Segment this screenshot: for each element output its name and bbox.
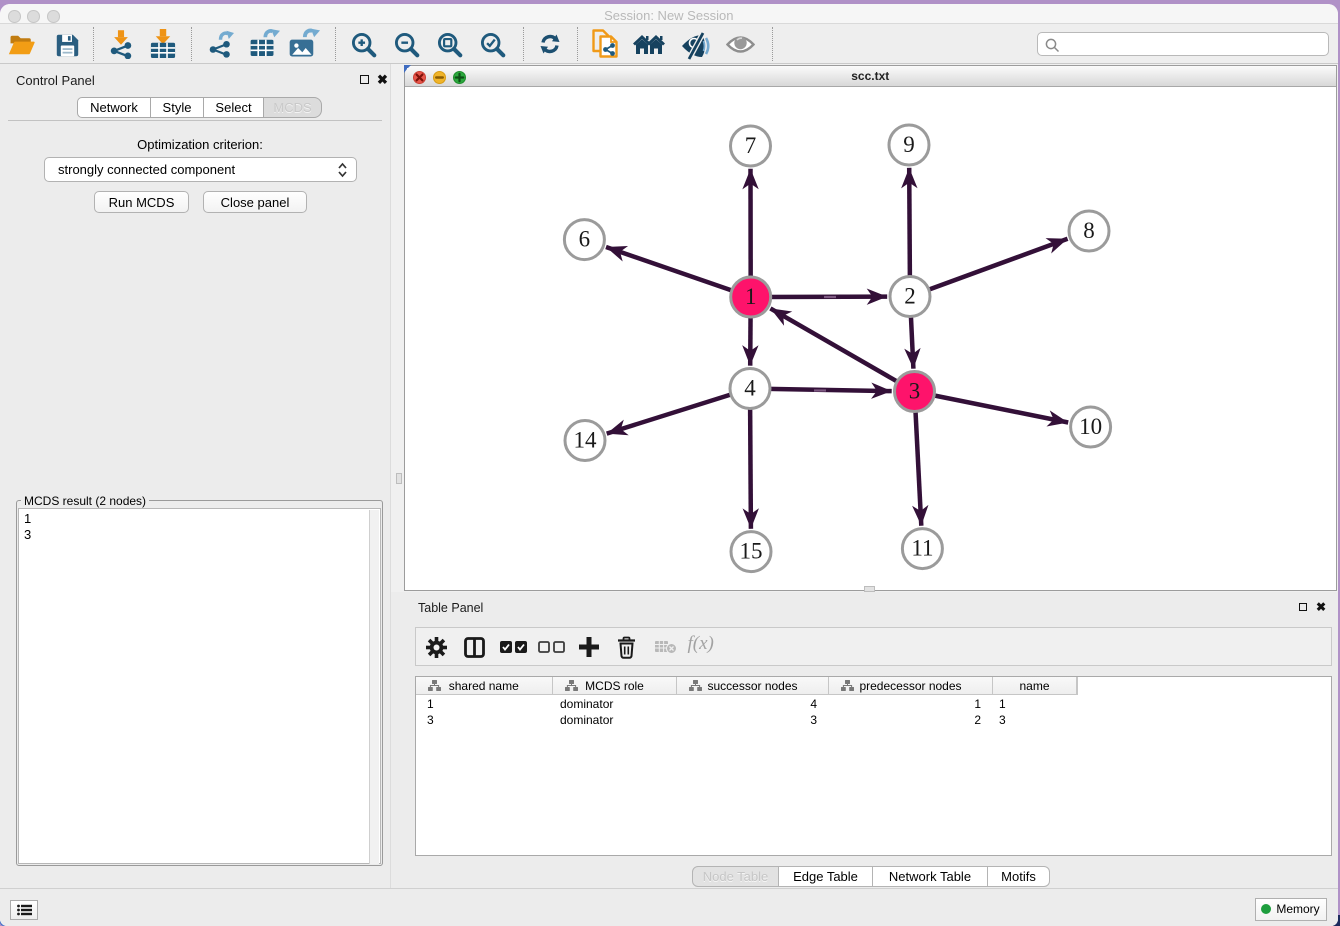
svg-text:15: 15 bbox=[740, 539, 763, 564]
svg-text:7: 7 bbox=[745, 133, 757, 158]
svg-text:2: 2 bbox=[904, 284, 916, 309]
svg-text:14: 14 bbox=[574, 428, 598, 453]
svg-text:10: 10 bbox=[1079, 414, 1102, 439]
svg-text:3: 3 bbox=[909, 379, 921, 404]
svg-text:1: 1 bbox=[745, 284, 757, 309]
svg-text:4: 4 bbox=[744, 376, 756, 401]
svg-text:8: 8 bbox=[1083, 218, 1095, 243]
svg-text:11: 11 bbox=[911, 536, 933, 561]
svg-text:6: 6 bbox=[579, 227, 591, 252]
svg-text:9: 9 bbox=[903, 132, 915, 157]
